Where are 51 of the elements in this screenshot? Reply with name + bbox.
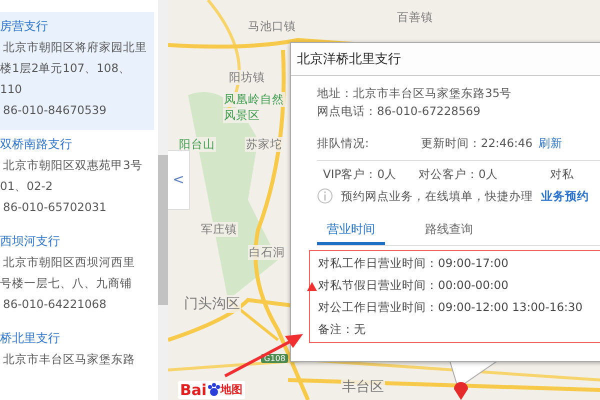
customer-count: VIP客户：0人: [323, 166, 397, 183]
business-hours-line: 备注：无: [318, 321, 367, 338]
customer-count: 对私: [550, 166, 574, 183]
branch-address: 01、02-2: [0, 178, 54, 195]
business-hours-line: 对公工作日营业时间：09:00-12:00 13:00-16:30: [318, 299, 584, 316]
queue-label: 排队情况:: [317, 135, 369, 152]
branch-address: 地址：北京市丰台区马家堡东路35号: [317, 85, 513, 102]
branch-address: 楼1层2单元107、108、: [0, 60, 132, 77]
branch-address: 110: [0, 81, 23, 98]
branch-phone: 86-010-64221068: [2, 296, 108, 313]
branch-phone: 86-010-84670539: [2, 102, 108, 119]
info-icon: [317, 188, 333, 204]
branch-address: 北京市朝阳区西坝河西里: [2, 254, 136, 271]
branch-name: 双桥南路支行: [0, 136, 73, 153]
branch-name: 桥北里支行: [0, 330, 61, 347]
tab[interactable]: 营业时间: [317, 217, 385, 245]
map-label: 马池口镇: [247, 19, 297, 34]
collapse-button[interactable]: <: [168, 150, 190, 210]
branch-phone: 86-010-65702031: [2, 199, 108, 216]
tab[interactable]: 路线查询: [415, 217, 483, 245]
branch-address: 北京市朝阳区将府家园北里: [2, 39, 148, 56]
map-label: 白石洞: [248, 245, 286, 260]
customer-count: 对公客户：0人: [418, 166, 498, 183]
map-label: 军庄镇: [200, 222, 238, 237]
business-hours-line: 对私节假日营业时间：00:00-00:00: [318, 277, 510, 294]
branch-phone: 网点电话：86-010-67228569: [317, 103, 482, 120]
map-label: 苏家坨: [245, 137, 283, 152]
map-pin-icon[interactable]: [453, 380, 469, 400]
branch-address: 北京市丰台区马家堡东路: [2, 351, 136, 368]
map-label: 阳坊镇: [228, 70, 266, 85]
booking-link[interactable]: 业务预约: [541, 188, 589, 204]
scrollbar[interactable]: [158, 0, 168, 400]
branch-address: 北京市朝阳区双惠苑甲3号: [2, 157, 144, 174]
map-label: 丰台区: [341, 378, 385, 396]
update-time: 更新时间：22:46:46: [420, 135, 533, 152]
map-label: 百善镇: [396, 10, 434, 25]
branch-list-item[interactable]: 房营支行 北京市朝阳区将府家园北里 楼1层2单元107、108、 110 86-010-84670539: [0, 12, 154, 130]
branch-address: 号楼一层七、八、九商铺: [0, 275, 133, 292]
popup-title: 北京洋桥北里支行: [297, 51, 401, 68]
triangle-marker-icon: [307, 282, 317, 291]
business-hours-line: 对私工作日营业时间：09:00-17:00: [318, 255, 510, 272]
booking-notice: 预约网点业务，在线填单，快捷办理: [341, 188, 533, 205]
refresh-link[interactable]: 刷新: [538, 136, 563, 150]
road-sign: G108: [261, 354, 288, 363]
map-logo: Bai 地图: [178, 381, 245, 399]
map-label: 阳台山: [178, 137, 216, 152]
map-label: 凤凰岭自然: [223, 92, 285, 107]
branch-name: 西坝河支行: [0, 233, 61, 250]
map-label: 门头沟区: [183, 295, 241, 313]
branch-name: 房营支行: [0, 18, 49, 35]
map-label: 风景区: [223, 108, 261, 123]
